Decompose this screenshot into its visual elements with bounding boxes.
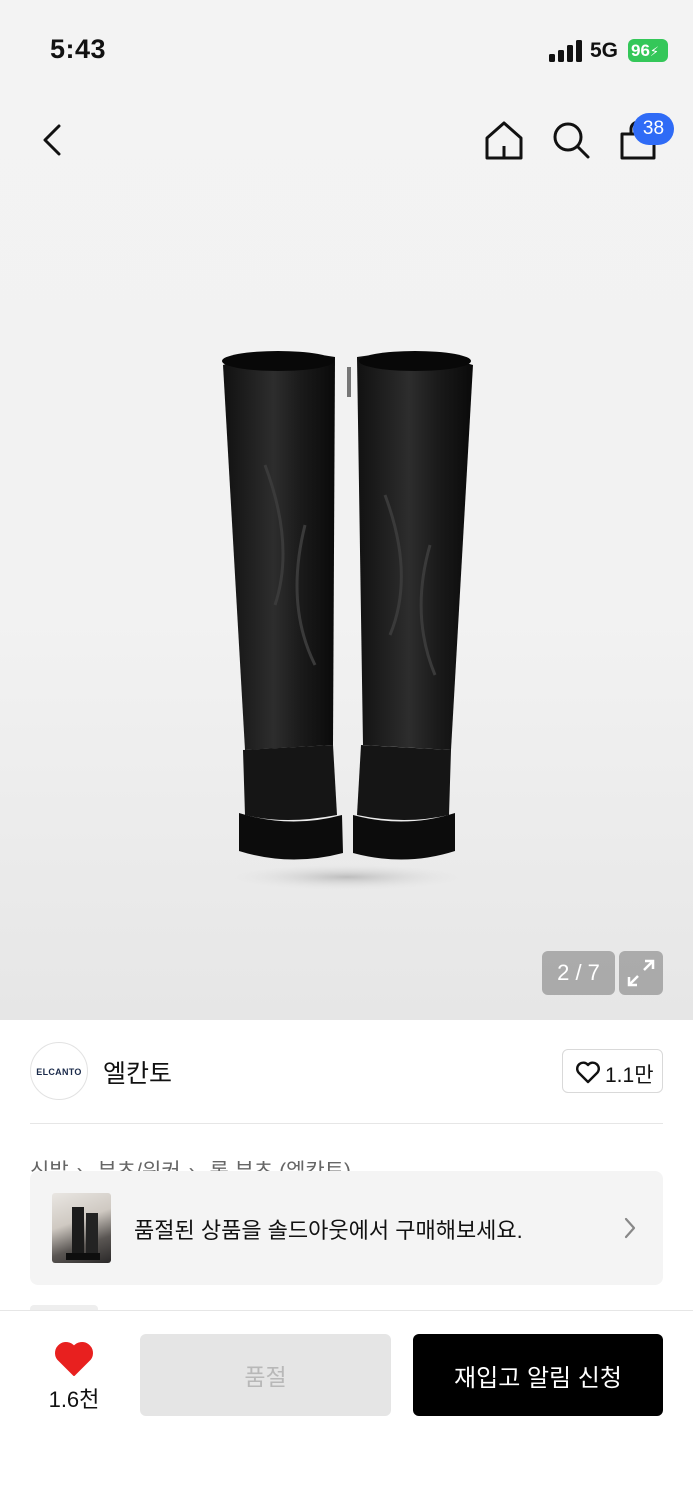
boots-thumbnail-image xyxy=(66,1207,100,1260)
top-navigation xyxy=(0,100,693,180)
signal-icon xyxy=(549,40,582,62)
heart-filled-icon[interactable] xyxy=(54,1341,94,1377)
battery-indicator: 96⚡ xyxy=(628,39,668,62)
brand-row[interactable]: ELCANTO 엘칸토 1.1만 xyxy=(30,1040,663,1104)
restock-alert-button[interactable]: 재입고 알림 신청 xyxy=(413,1334,663,1416)
product-hero: 5:43 5G 96⚡ 38 2 / 7 xyxy=(0,0,693,1020)
heart-outline-icon xyxy=(576,1061,600,1084)
brand-like-count: 1.1만 xyxy=(605,1064,654,1087)
soldout-button: 품절 xyxy=(140,1334,391,1416)
cart-count-badge: 38 xyxy=(633,113,674,145)
battery-level: 96 xyxy=(631,41,650,60)
charging-icon: ⚡ xyxy=(649,44,660,59)
wish-count: 1.6천 xyxy=(48,1387,100,1412)
product-detail-screen: 5:43 5G 96⚡ 38 2 / 7 ELCANTO 엘칸토 1.1만 신발… xyxy=(0,0,693,1500)
home-icon[interactable] xyxy=(482,118,526,162)
back-icon[interactable] xyxy=(32,118,76,162)
chevron-right-icon xyxy=(624,1217,636,1239)
status-bar: 5:43 5G 96⚡ xyxy=(0,0,693,100)
product-image-boots[interactable] xyxy=(215,345,480,890)
status-time: 5:43 xyxy=(50,34,107,64)
banner-text: 품절된 상품을 솔드아웃에서 구매해보세요. xyxy=(134,1218,523,1243)
search-icon[interactable] xyxy=(549,118,593,162)
image-counter: 2 / 7 xyxy=(542,951,615,995)
soldout-promo-banner[interactable]: 품절된 상품을 솔드아웃에서 구매해보세요. xyxy=(30,1171,663,1285)
brand-name[interactable]: 엘칸토 xyxy=(103,1054,172,1090)
divider xyxy=(30,1123,663,1124)
brand-like-button[interactable]: 1.1만 xyxy=(562,1049,663,1093)
brand-logo[interactable]: ELCANTO xyxy=(30,1042,88,1100)
expand-icon[interactable] xyxy=(619,951,663,995)
network-label: 5G xyxy=(590,39,619,62)
banner-thumbnail xyxy=(52,1193,111,1263)
bottom-action-bar: 1.6천 품절 재입고 알림 신청 xyxy=(0,1310,693,1500)
